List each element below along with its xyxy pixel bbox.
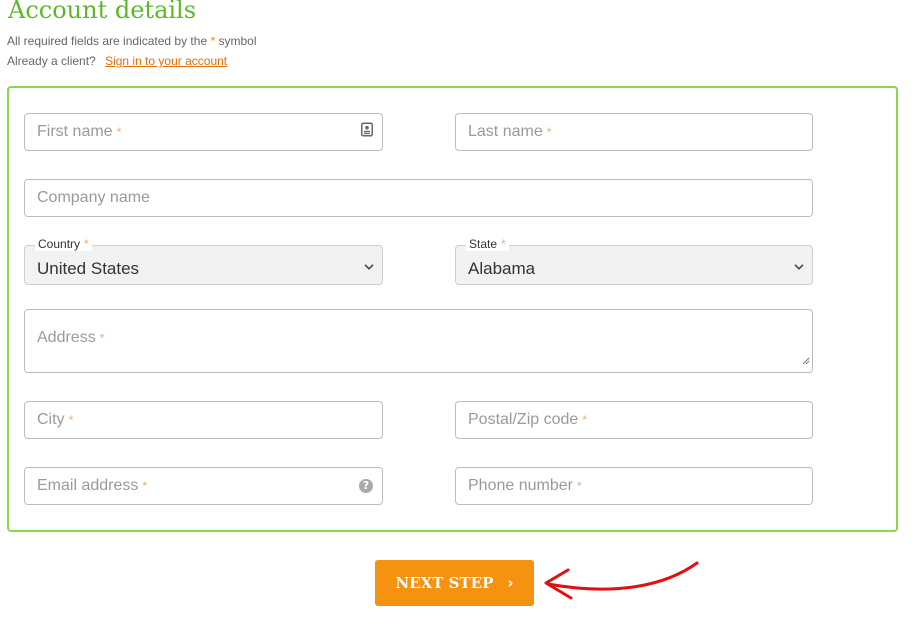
phone-placeholder: Phone number * [468, 477, 582, 494]
chevron-right-icon: › [507, 574, 514, 592]
last-name-placeholder: Last name * [468, 123, 552, 140]
state-select[interactable]: State * Alabama [455, 237, 813, 285]
company-name-placeholder: Company name [37, 189, 150, 206]
contact-card-icon [361, 122, 373, 142]
chevron-down-icon [364, 258, 374, 276]
country-label: Country * [35, 237, 92, 251]
required-note: All required fields are indicated by the… [7, 34, 257, 48]
address-placeholder: Address * [37, 329, 105, 346]
client-row: Already a client? Sign in to your accoun… [7, 54, 227, 68]
country-value: United States [37, 259, 140, 278]
red-arrow-annotation [544, 561, 699, 600]
first-name-field[interactable]: First name * [24, 113, 383, 151]
state-value: Alabama [468, 259, 536, 278]
help-icon[interactable]: ? [359, 479, 373, 493]
required-note-suffix: symbol [218, 34, 257, 48]
email-field[interactable]: Email address * ? [24, 467, 383, 505]
first-name-placeholder: First name * [37, 123, 122, 140]
postal-code-field[interactable]: Postal/Zip code * [455, 401, 813, 439]
address-textarea[interactable]: Address * [24, 309, 813, 373]
phone-field[interactable]: Phone number * [455, 467, 813, 505]
country-select[interactable]: Country * United States [24, 237, 383, 285]
email-placeholder: Email address * [37, 477, 148, 494]
postal-code-placeholder: Postal/Zip code * [468, 411, 587, 428]
city-placeholder: City * [37, 411, 74, 428]
next-step-button[interactable]: NEXT STEP › [375, 560, 534, 606]
client-prompt: Already a client? [7, 54, 96, 68]
chevron-down-icon [794, 258, 804, 276]
page-title: Account details [8, 0, 197, 24]
required-symbol: * [210, 34, 216, 48]
city-field[interactable]: City * [24, 401, 383, 439]
resize-handle-icon[interactable] [802, 352, 810, 370]
company-name-field[interactable]: Company name [24, 179, 813, 217]
next-step-label: NEXT STEP [395, 574, 494, 592]
state-label: State * [466, 237, 509, 251]
sign-in-link[interactable]: Sign in to your account [105, 54, 227, 68]
required-note-prefix: All required fields are indicated by the [7, 34, 208, 48]
last-name-field[interactable]: Last name * [455, 113, 813, 151]
